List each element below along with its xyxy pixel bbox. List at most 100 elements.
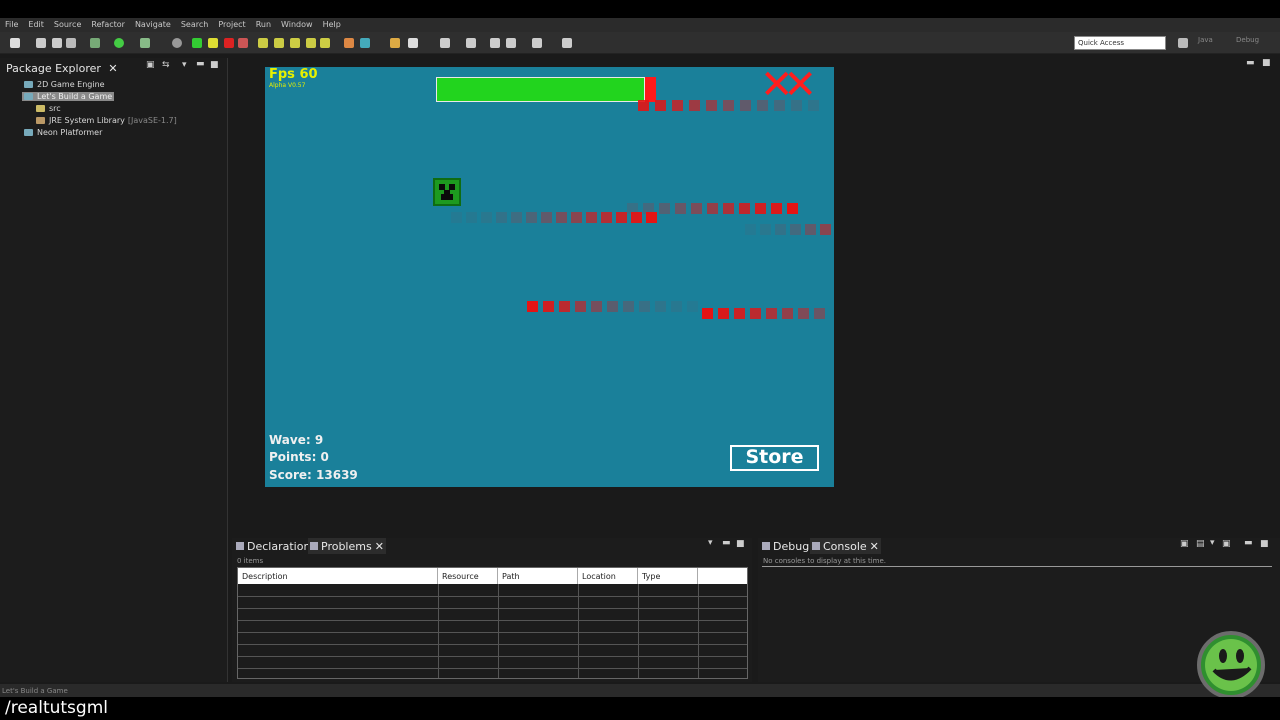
tab-declaration[interactable]: Declaration [234, 538, 312, 554]
mascot-logo [1197, 631, 1265, 699]
minimize-icon[interactable]: ▬ [722, 538, 731, 548]
maximize-icon[interactable]: ■ [1262, 58, 1271, 68]
quick-access-input[interactable]: Quick Access [1074, 36, 1166, 50]
refresh-icon[interactable] [114, 38, 124, 48]
menu-edit[interactable]: Edit [23, 18, 49, 32]
tree-item[interactable]: Neon Platformer [0, 126, 228, 138]
game-canvas[interactable]: Fps 60 Alpha V0.57 ✕✕ Wave: 9 Points: 0 … [265, 67, 834, 487]
menu-help[interactable]: Help [318, 18, 346, 32]
console-icon [812, 542, 820, 550]
tab-package-explorer[interactable]: Package Explorer ✕ [2, 60, 122, 76]
maximize-icon[interactable]: ■ [736, 539, 745, 549]
collapse-all-icon[interactable]: ▣ [146, 60, 155, 70]
view-menu-icon[interactable]: ▾ [1210, 538, 1215, 548]
pin-console-icon[interactable]: ▣ [1222, 539, 1231, 549]
search-icon[interactable] [390, 38, 400, 48]
tree-item[interactable]: src [0, 102, 228, 114]
column-location[interactable]: Location [578, 568, 638, 584]
enemy-trail [798, 308, 809, 319]
minimize-icon[interactable]: ▬ [196, 59, 205, 69]
perspective-debug[interactable]: Debug [1236, 36, 1259, 44]
debug-icon[interactable] [140, 38, 150, 48]
tab-debug[interactable]: Debug [760, 538, 811, 554]
enemy-trail [672, 100, 683, 111]
annotation-icon[interactable] [440, 38, 450, 48]
resume-icon[interactable] [192, 38, 202, 48]
drop-frame-icon[interactable] [306, 38, 316, 48]
new-icon[interactable] [10, 38, 20, 48]
enemy-trail [734, 308, 745, 319]
menu-run[interactable]: Run [251, 18, 276, 32]
table-row [238, 632, 747, 633]
enemy-trail [790, 224, 801, 235]
view-menu-icon[interactable]: ▾ [708, 538, 713, 548]
minimize-icon[interactable]: ▬ [1244, 538, 1253, 548]
menu-refactor[interactable]: Refactor [86, 18, 130, 32]
menu-window[interactable]: Window [276, 18, 318, 32]
column-type[interactable]: Type [638, 568, 698, 584]
step-return-icon[interactable] [290, 38, 300, 48]
link-editor-icon[interactable]: ⇆ [162, 60, 170, 70]
skip-icon[interactable] [172, 38, 182, 48]
open-type-icon[interactable] [344, 38, 354, 48]
prev-edit-icon[interactable] [506, 38, 516, 48]
table-row [238, 620, 747, 621]
tree-item[interactable]: JRE System Library [JavaSE-1.7] [0, 114, 228, 126]
step-over-icon[interactable] [274, 38, 284, 48]
tree-item[interactable]: 2D Game Engine [0, 78, 228, 90]
open-perspective-icon[interactable] [1178, 38, 1188, 48]
tree-item-label: 2D Game Engine [37, 79, 105, 89]
enemy-trail [723, 203, 734, 214]
enemy-trail [496, 212, 507, 223]
save-all-icon[interactable] [52, 38, 62, 48]
table-row [238, 644, 747, 645]
maximize-icon[interactable]: ■ [210, 60, 219, 70]
disconnect-icon[interactable] [238, 38, 248, 48]
perspective-java[interactable]: Java [1198, 36, 1213, 44]
pin-icon[interactable] [562, 38, 572, 48]
store-button[interactable]: Store [730, 445, 819, 471]
problems-count: 0 items [237, 557, 264, 565]
menu-source[interactable]: Source [49, 18, 86, 32]
step-into-icon[interactable] [258, 38, 268, 48]
display-console-icon[interactable]: ▤ [1196, 539, 1205, 549]
enemy-trail [466, 212, 477, 223]
enemy-trail [689, 100, 700, 111]
health-bar-damage [645, 77, 656, 102]
tab-console[interactable]: Console ✕ [810, 538, 881, 554]
menu-project[interactable]: Project [213, 18, 250, 32]
column-description[interactable]: Description [238, 568, 438, 584]
creeper-mouth [441, 194, 453, 200]
back-icon[interactable] [490, 38, 500, 48]
close-icon[interactable]: ✕ [375, 540, 384, 553]
open-console-icon[interactable]: ▣ [1180, 539, 1189, 549]
view-menu-icon[interactable]: ▾ [182, 60, 187, 70]
menu-search[interactable]: Search [176, 18, 213, 32]
use-step-filters-icon[interactable] [320, 38, 330, 48]
new-class-icon[interactable] [360, 38, 370, 48]
package-explorer-panel: Package Explorer ✕ ▣ ⇆ ▾ ▬ ■ 2D Game Eng… [0, 58, 228, 682]
minimize-icon[interactable]: ▬ [1246, 58, 1255, 68]
pen-icon[interactable] [408, 38, 418, 48]
print-icon[interactable] [66, 38, 76, 48]
column-resource[interactable]: Resource [438, 568, 498, 584]
menu-file[interactable]: File [0, 18, 23, 32]
tree-item[interactable]: Let's Build a Game [0, 90, 228, 102]
next-annotation-icon[interactable] [466, 38, 476, 48]
tab-problems[interactable]: Problems ✕ [308, 538, 386, 554]
column-path[interactable]: Path [498, 568, 578, 584]
enemy-trail [638, 100, 649, 111]
maximize-icon[interactable]: ■ [1260, 539, 1269, 549]
build-icon[interactable] [90, 38, 100, 48]
terminate-icon[interactable] [224, 38, 234, 48]
menu-navigate[interactable]: Navigate [130, 18, 176, 32]
close-icon[interactable]: ✕ [108, 62, 117, 75]
tree-item-selected: Let's Build a Game [22, 91, 115, 101]
forward-icon[interactable] [532, 38, 542, 48]
wave-label: Wave: 9 [269, 433, 324, 447]
save-icon[interactable] [36, 38, 46, 48]
close-icon[interactable]: ✕ [870, 540, 879, 553]
suspend-icon[interactable] [208, 38, 218, 48]
tree-item-label: Let's Build a Game [37, 91, 113, 101]
table-row [238, 668, 747, 669]
